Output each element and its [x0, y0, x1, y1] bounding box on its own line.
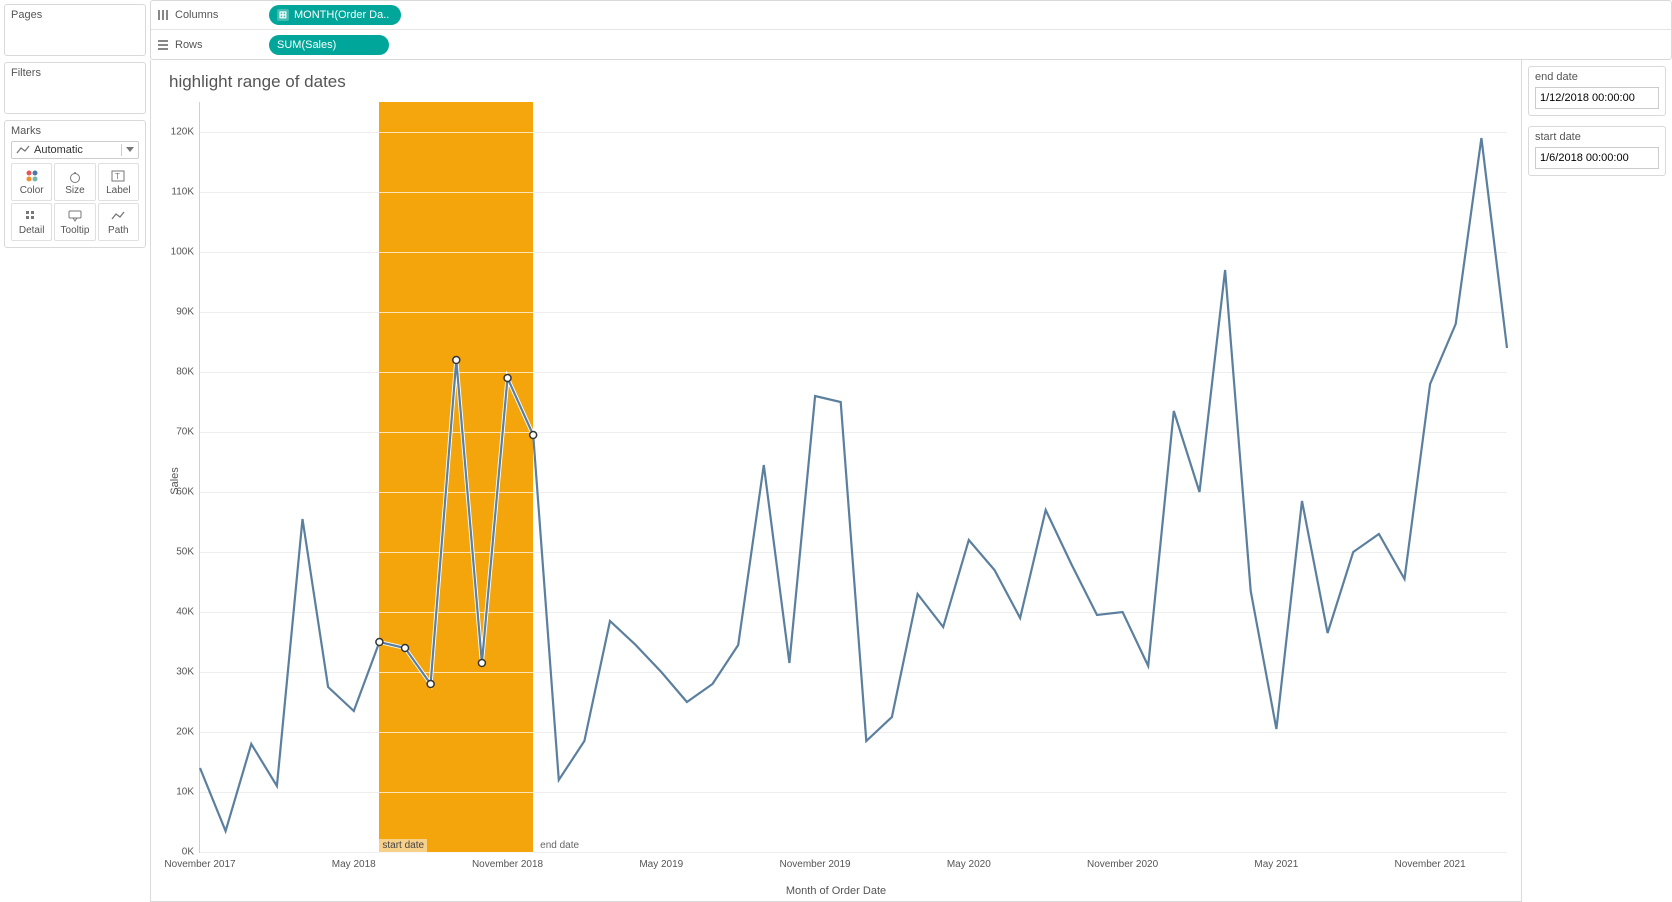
param-end-title: end date: [1535, 71, 1659, 83]
marks-size-button[interactable]: Size: [54, 163, 95, 201]
size-icon: [68, 169, 82, 183]
filters-card[interactable]: Filters: [4, 62, 146, 114]
chevron-down-icon: [121, 144, 134, 156]
left-sidebar: Pages Filters Marks Automatic Color: [0, 0, 150, 902]
chart-viewport[interactable]: highlight range of dates Sales Month of …: [150, 60, 1522, 902]
y-tick-label: 110K: [164, 187, 194, 198]
highlight-point[interactable]: [504, 375, 511, 382]
marks-label-label: Label: [106, 185, 130, 196]
y-tick-label: 20K: [164, 727, 194, 738]
marks-label-button[interactable]: T Label: [98, 163, 139, 201]
line-chart-svg: [200, 102, 1507, 852]
marks-tooltip-label: Tooltip: [61, 225, 90, 236]
highlight-point[interactable]: [530, 432, 537, 439]
y-tick-label: 120K: [164, 127, 194, 138]
app-root: Pages Filters Marks Automatic Color: [0, 0, 1672, 902]
rows-icon: [157, 39, 169, 51]
param-end-date: end date: [1528, 66, 1666, 116]
y-tick-label: 90K: [164, 307, 194, 318]
y-tick-label: 10K: [164, 787, 194, 798]
shelves: Columns ⊞ MONTH(Order Da.. Rows SUM(Sale…: [150, 0, 1672, 60]
parameters-panel: end date start date: [1522, 60, 1672, 902]
y-tick-label: 50K: [164, 547, 194, 558]
rows-label: Rows: [175, 39, 203, 51]
x-tick-label: May 2019: [639, 859, 683, 870]
columns-pill[interactable]: ⊞ MONTH(Order Da..: [269, 5, 401, 25]
detail-icon: [25, 210, 39, 222]
plus-icon: ⊞: [277, 9, 289, 21]
rows-pill-text: SUM(Sales): [277, 39, 336, 51]
plot-area[interactable]: 0K10K20K30K40K50K60K70K80K90K100K110K120…: [199, 102, 1507, 853]
y-tick-label: 0K: [164, 847, 194, 858]
color-icon: [25, 169, 39, 183]
y-tick-label: 30K: [164, 667, 194, 678]
marks-path-label: Path: [108, 225, 129, 236]
columns-label: Columns: [175, 9, 218, 21]
y-tick-label: 70K: [164, 427, 194, 438]
mark-type-select[interactable]: Automatic: [11, 141, 139, 159]
y-tick-label: 100K: [164, 247, 194, 258]
marks-detail-button[interactable]: Detail: [11, 203, 52, 241]
columns-icon: [157, 9, 169, 21]
x-tick-label: November 2021: [1395, 859, 1466, 870]
highlight-point[interactable]: [453, 357, 460, 364]
param-end-input[interactable]: [1535, 87, 1659, 109]
chart-title: highlight range of dates: [169, 72, 1513, 92]
x-tick-label: November 2017: [164, 859, 235, 870]
highlight-point[interactable]: [376, 639, 383, 646]
pages-card[interactable]: Pages: [4, 4, 146, 56]
x-tick-label: May 2018: [332, 859, 376, 870]
highlight-point[interactable]: [402, 645, 409, 652]
y-tick-label: 40K: [164, 607, 194, 618]
y-tick-label: 80K: [164, 367, 194, 378]
svg-text:T: T: [115, 172, 120, 181]
columns-shelf[interactable]: Columns ⊞ MONTH(Order Da..: [151, 1, 1671, 30]
filters-title: Filters: [11, 67, 139, 79]
marks-color-button[interactable]: Color: [11, 163, 52, 201]
marks-size-label: Size: [65, 185, 84, 196]
x-tick-label: May 2020: [947, 859, 991, 870]
x-tick-label: November 2020: [1087, 859, 1158, 870]
param-start-input[interactable]: [1535, 147, 1659, 169]
highlight-point[interactable]: [427, 681, 434, 688]
x-tick-label: November 2018: [472, 859, 543, 870]
label-icon: T: [111, 170, 125, 182]
param-start-date: start date: [1528, 126, 1666, 176]
pages-title: Pages: [11, 9, 139, 21]
columns-pill-text: MONTH(Order Da..: [294, 9, 389, 21]
tooltip-icon: [68, 210, 82, 222]
x-tick-label: May 2021: [1254, 859, 1298, 870]
marks-card: Marks Automatic Color Size: [4, 120, 146, 248]
marks-detail-label: Detail: [19, 225, 45, 236]
marks-title: Marks: [11, 125, 139, 137]
y-tick-label: 60K: [164, 487, 194, 498]
param-start-title: start date: [1535, 131, 1659, 143]
mark-type-label: Automatic: [34, 144, 83, 156]
marks-tooltip-button[interactable]: Tooltip: [54, 203, 95, 241]
highlight-point[interactable]: [478, 660, 485, 667]
x-axis-label: Month of Order Date: [786, 885, 886, 897]
path-icon: [111, 211, 125, 221]
rows-pill[interactable]: SUM(Sales): [269, 35, 389, 55]
marks-path-button[interactable]: Path: [98, 203, 139, 241]
x-tick-label: November 2019: [779, 859, 850, 870]
rows-shelf[interactable]: Rows SUM(Sales): [151, 30, 1671, 59]
automatic-line-icon: [16, 145, 30, 155]
marks-color-label: Color: [20, 185, 44, 196]
